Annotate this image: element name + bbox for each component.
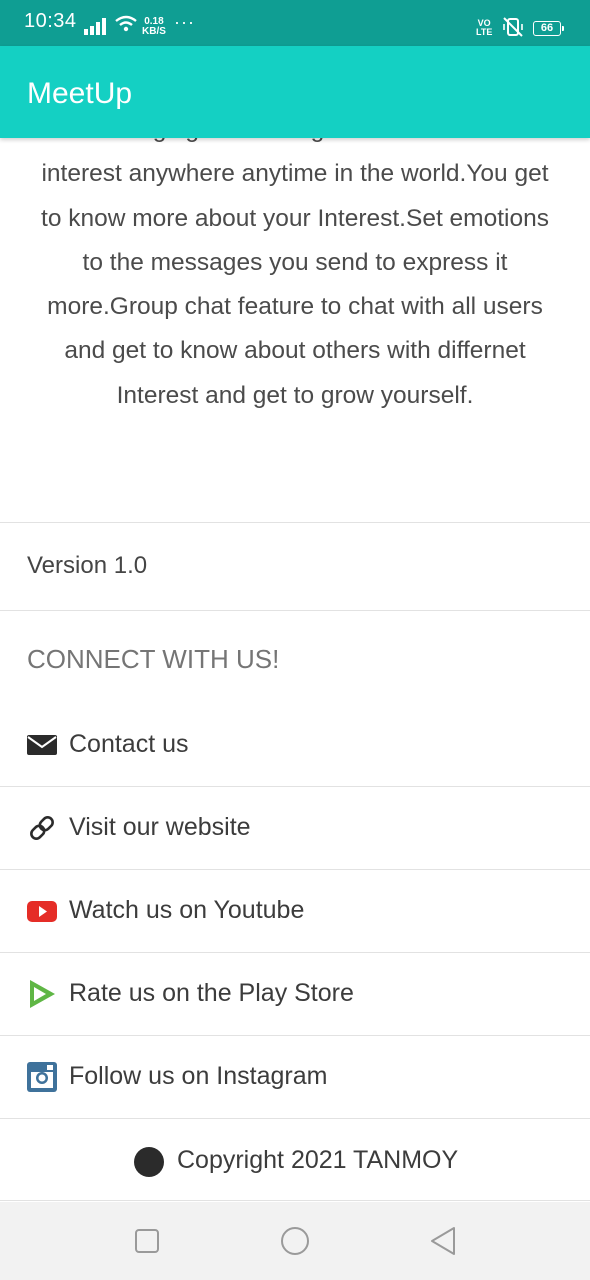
home-button[interactable] [278,1224,312,1258]
app-description: Messaging with strangers with common int… [41,116,549,409]
recent-apps-button[interactable] [130,1224,164,1258]
navigation-bar [0,1202,590,1280]
contact-us-label: Contact us [69,730,189,758]
network-speed-unit: KB/S [142,26,166,37]
divider [0,522,590,523]
play-store-label: Rate us on the Play Store [69,979,354,1007]
volte-icon: VO LTE [476,19,492,37]
youtube-icon [27,896,57,926]
instagram-item[interactable]: Follow us on Instagram [0,1036,590,1118]
version-label: Version 1.0 [27,552,148,579]
envelope-icon [27,730,57,760]
network-speed: 0.18 KB/S [142,17,166,37]
copyright-icon [134,1147,164,1177]
more-notifications-icon: ··· [174,12,195,32]
vibrate-off-icon [502,16,524,43]
youtube-item[interactable]: Watch us on Youtube [0,870,590,952]
divider [0,1200,590,1201]
instagram-icon [27,1062,57,1092]
contact-us-item[interactable]: Contact us [0,704,590,786]
status-bar: 10:34 0.18 KB/S ··· VO LTE 66 [0,0,590,46]
app-bar: MeetUp [0,46,590,138]
connect-heading: CONNECT WITH US! [27,644,280,674]
signal-icon [84,17,106,35]
copyright: Copyright 2021 TANMOY [0,1144,590,1178]
instagram-label: Follow us on Instagram [69,1062,328,1090]
link-icon [27,813,57,843]
back-button[interactable] [426,1224,460,1258]
divider [0,1118,590,1119]
visit-website-label: Visit our website [69,813,251,841]
divider [0,610,590,611]
wifi-icon [114,14,138,39]
visit-website-item[interactable]: Visit our website [0,787,590,869]
youtube-label: Watch us on Youtube [69,896,305,924]
play-store-icon [27,979,57,1009]
volte-bottom: LTE [476,27,493,37]
status-time: 10:34 [24,10,77,32]
app-title: MeetUp [27,77,133,110]
play-store-item[interactable]: Rate us on the Play Store [0,953,590,1035]
battery-icon: 66 [533,21,564,36]
copyright-text: Copyright 2021 TANMOY [177,1146,459,1174]
